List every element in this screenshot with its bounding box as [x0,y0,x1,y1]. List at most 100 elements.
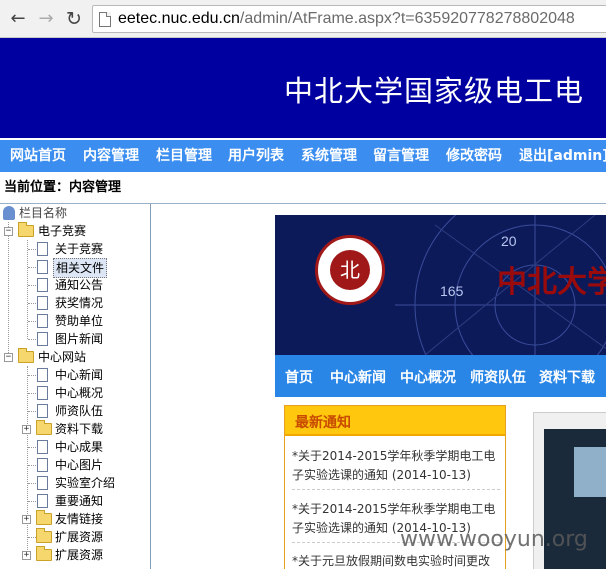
breadcrumb: 当前位置：内容管理 [4,180,122,195]
hero-number: 165 [440,283,464,299]
tree-item[interactable]: 图片新闻 [0,330,150,348]
nav-message-manage[interactable]: 留言管理 [373,147,429,165]
tree-subgroup[interactable]: + 友情链接 [0,510,150,528]
banner-title: 中北大学国家级电工电 [284,74,585,108]
tree-item[interactable]: 中心图片 [0,456,150,474]
nav-content-manage[interactable]: 内容管理 [83,147,139,165]
tree-item-label: 中心成果 [55,440,104,454]
reload-icon[interactable]: ↻ [64,9,84,29]
tree-subgroup[interactable]: + 扩展资源 [0,546,150,564]
tree-item-label: 中心概况 [55,386,104,400]
nav-logout[interactable]: 退出[admin] [519,147,606,165]
tree-group-label: 中心网站 [38,350,87,364]
tree-group-contest[interactable]: − 电子竞赛 [0,222,150,240]
tree-item[interactable]: 中心新闻 [0,366,150,384]
site-banner: 中北大学国家级电工电 [0,38,606,138]
tree-line [28,411,36,412]
forward-arrow-icon[interactable]: → [36,9,56,29]
document-icon [37,476,48,490]
tree-line [28,303,36,304]
tree-item[interactable]: 中心概况 [0,384,150,402]
tree-item[interactable]: 关于竞赛 [0,240,150,258]
site-nav-faculty[interactable]: 师资队伍 [470,367,526,387]
tree-item[interactable]: 实验室介绍 [0,474,150,492]
tree-group-center-site[interactable]: − 中心网站 [0,348,150,366]
browser-toolbar: ← → ↻ eetec.nuc.edu.cn/admin/AtFrame.asp… [0,0,606,38]
url-host: eetec.nuc.edu.cn [118,10,240,27]
site-nav-downloads[interactable]: 资料下载 [539,367,595,387]
tree-item-label: 关于竞赛 [55,242,104,256]
tree-item[interactable]: 重要通知 [0,492,150,510]
nav-system-manage[interactable]: 系统管理 [301,147,357,165]
address-bar[interactable]: eetec.nuc.edu.cn/admin/AtFrame.aspx?t=63… [92,5,606,33]
tree-item-label: 中心新闻 [55,368,104,382]
tree-item-label: 图片新闻 [55,332,104,346]
tree-subgroup[interactable]: + 资料下载 [0,420,150,438]
nav-column-manage[interactable]: 栏目管理 [156,147,212,165]
tree-line [28,249,36,250]
tree-item[interactable]: 师资队伍 [0,402,150,420]
university-seal-icon: 北 [315,235,385,305]
site-hero-banner: 北 20 165 中北大学 [275,215,606,355]
site-nav-overview[interactable]: 中心概况 [400,367,456,387]
document-icon [37,494,48,508]
collapse-icon[interactable]: − [4,353,13,362]
back-arrow-icon[interactable]: ← [8,9,28,29]
tree-root: 栏目名称 [0,204,69,222]
tree-item[interactable]: 中心成果 [0,438,150,456]
tree-line [28,447,36,448]
site-nav-news[interactable]: 中心新闻 [330,367,386,387]
tree-line [28,465,36,466]
url-text: eetec.nuc.edu.cn/admin/AtFrame.aspx?t=63… [118,9,575,29]
watermark: www.wooyun.org [400,527,588,552]
hero-number: 20 [501,233,517,249]
tree-line [28,375,36,376]
nav-change-password[interactable]: 修改密码 [446,147,502,165]
nav-user-list[interactable]: 用户列表 [228,147,284,165]
tree-root-label: 栏目名称 [19,206,68,220]
tree-item-label: 赞助单位 [55,314,104,328]
document-icon [37,314,48,328]
tree-item[interactable]: 通知公告 [0,276,150,294]
document-icon [37,386,48,400]
tree-item-label: 资料下载 [55,422,104,436]
url-path: /admin/AtFrame.aspx?t=635920778278802048 [239,10,575,27]
tree-item-label: 扩展资源 [55,530,104,544]
tree-item-label: 实验室介绍 [55,476,116,490]
tree-group-label: 电子竞赛 [38,224,87,238]
document-icon [37,440,48,454]
document-icon [37,332,48,346]
notice-link[interactable]: *关于2014-2015学年秋季学期电工电子实验选课的通知 (2014-10-1… [292,447,500,490]
notice-title: 最新通知 [295,415,351,431]
expand-icon[interactable]: + [22,425,31,434]
tree-item-label: 中心图片 [55,458,104,472]
folder-icon [36,420,52,435]
collapse-icon[interactable]: − [4,227,13,236]
top-nav: 网站首页 内容管理 栏目管理 用户列表 系统管理 留言管理 修改密码 退出[ad… [0,140,606,172]
tree-item-label: 重要通知 [55,494,104,508]
tree-line [28,393,36,394]
folder-icon [36,510,52,525]
site-nav-home[interactable]: 首页 [285,367,313,387]
expand-icon[interactable]: + [22,551,31,560]
document-icon [37,278,48,292]
tree-item[interactable]: 相关文件 [0,258,150,278]
tree-item[interactable]: 获奖情况 [0,294,150,312]
tree-line [28,321,36,322]
expand-icon[interactable]: + [22,515,31,524]
tree-item[interactable]: 赞助单位 [0,312,150,330]
tree-item-label: 师资队伍 [55,404,104,418]
tree-item-label: 通知公告 [55,278,104,292]
tree-item-label-selected: 相关文件 [53,258,108,278]
root-icon [3,206,15,220]
document-icon [37,368,48,382]
tree-line [28,501,36,502]
folder-open-icon [18,222,34,237]
nav-site-home[interactable]: 网站首页 [10,147,66,165]
folder-open-icon [18,348,34,363]
document-icon [37,296,48,310]
tree-item-label: 获奖情况 [55,296,104,310]
tree-subgroup[interactable]: 扩展资源 [0,528,150,546]
notice-link[interactable]: *关于元旦放假期间数电实验时间更改通知 (2013-12-19) [292,552,500,569]
notice-header: 最新通知 [285,406,505,436]
